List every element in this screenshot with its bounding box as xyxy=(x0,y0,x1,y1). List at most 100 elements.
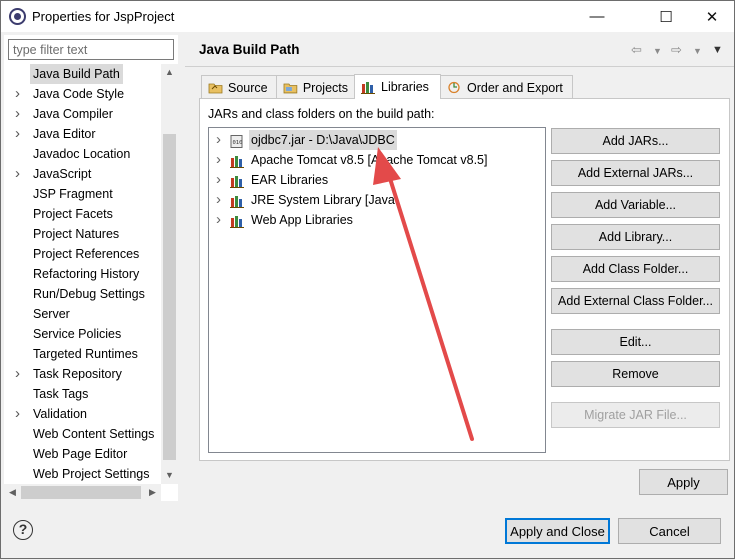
nav-item[interactable]: Service Policies xyxy=(4,324,160,344)
nav-item[interactable]: › Java Code Style xyxy=(4,84,160,104)
expand-chevron-icon[interactable]: › xyxy=(216,190,221,210)
tab-label: Projects xyxy=(302,80,348,95)
expand-chevron-icon[interactable]: › xyxy=(15,164,20,184)
forward-arrow-icon[interactable]: ⇨ xyxy=(671,42,682,58)
source-folder-icon xyxy=(208,83,223,94)
nav-item[interactable]: Task Tags xyxy=(4,384,160,404)
library-tree[interactable]: › 010 ojdbc7.jar - D:\Java\JDBC › Apache Tom… xyxy=(208,127,546,453)
maximize-button[interactable]: ☐ xyxy=(643,1,689,32)
expand-chevron-icon[interactable]: › xyxy=(15,364,20,384)
nav-item[interactable]: › Validation xyxy=(4,404,160,424)
back-arrow-icon[interactable]: ⇦ xyxy=(631,42,642,58)
nav-item[interactable]: › Java Compiler xyxy=(4,104,160,124)
nav-item[interactable]: Refactoring History xyxy=(4,264,160,284)
nav-item[interactable]: Web Content Settings xyxy=(4,424,160,444)
nav-item-label: Service Policies xyxy=(33,327,122,341)
expand-chevron-icon[interactable]: › xyxy=(15,84,20,104)
expand-chevron-icon[interactable]: › xyxy=(216,150,221,170)
scrollbar-thumb[interactable] xyxy=(163,134,176,460)
nav-item-label: Refactoring History xyxy=(33,267,140,281)
apply-button[interactable]: Apply xyxy=(639,469,728,495)
header-separator xyxy=(185,66,734,67)
library-entry-label: JRE System Library [Java xyxy=(251,193,395,207)
nav-item-label: JSP Fragment xyxy=(33,187,113,201)
expand-chevron-icon[interactable]: › xyxy=(216,170,221,190)
cancel-button[interactable]: Cancel xyxy=(618,518,721,544)
add-library-button[interactable]: Add Library... xyxy=(551,224,720,250)
nav-item-label: Targeted Runtimes xyxy=(33,347,138,361)
expand-chevron-icon[interactable]: › xyxy=(15,124,20,144)
nav-item[interactable]: › Java Editor xyxy=(4,124,160,144)
help-icon[interactable]: ? xyxy=(13,520,33,540)
library-entry-label: EAR Libraries xyxy=(251,173,329,187)
expand-chevron-icon[interactable]: › xyxy=(15,404,20,424)
apply-and-close-button[interactable]: Apply and Close xyxy=(505,518,610,544)
horizontal-scrollbar[interactable]: ◀ ▶ xyxy=(4,484,161,501)
library-entry-label: Apache Tomcat v8.5 [Apache Tomcat v8.5] xyxy=(251,153,488,167)
library-entry-label: Web App Libraries xyxy=(251,213,353,227)
nav-item-label: Task Repository xyxy=(33,367,122,381)
view-menu-icon[interactable]: ▼ xyxy=(712,44,723,56)
nav-item-label: Run/Debug Settings xyxy=(33,287,145,301)
nav-item[interactable]: › Task Repository xyxy=(4,364,160,384)
tab-order-and-export[interactable]: Order and Export xyxy=(440,75,573,99)
tab-libraries[interactable]: Libraries xyxy=(354,74,441,99)
nav-item[interactable]: Javadoc Location xyxy=(4,144,160,164)
nav-item[interactable]: JSP Fragment xyxy=(4,184,160,204)
add-variable-button[interactable]: Add Variable... xyxy=(551,192,720,218)
remove-button[interactable]: Remove xyxy=(551,361,720,387)
nav-item[interactable]: Run/Debug Settings xyxy=(4,284,160,304)
expand-chevron-icon[interactable]: › xyxy=(216,130,221,150)
minimize-button[interactable]: — xyxy=(574,1,620,32)
filter-input[interactable] xyxy=(8,39,174,60)
add-external-class-folder-button[interactable]: Add External Class Folder... xyxy=(551,288,720,314)
back-dropdown-icon[interactable]: ▼ xyxy=(653,46,662,56)
scroll-left-icon[interactable]: ◀ xyxy=(4,484,21,501)
nav-item[interactable]: Web Page Editor xyxy=(4,444,160,464)
scroll-down-icon[interactable]: ▼ xyxy=(161,467,178,484)
nav-item-label: Java Build Path xyxy=(30,64,123,84)
close-button[interactable]: ✕ xyxy=(689,1,735,32)
order-export-icon xyxy=(448,81,460,94)
nav-item[interactable]: Project Natures xyxy=(4,224,160,244)
nav-item-label: Project Facets xyxy=(33,207,113,221)
tab-projects[interactable]: Projects xyxy=(276,75,355,99)
nav-item[interactable]: Web Project Settings xyxy=(4,464,160,484)
add-class-folder-button[interactable]: Add Class Folder... xyxy=(551,256,720,282)
forward-dropdown-icon[interactable]: ▼ xyxy=(693,46,702,56)
scroll-right-icon[interactable]: ▶ xyxy=(144,484,161,501)
nav-item-label: Web Content Settings xyxy=(33,427,155,441)
projects-folder-icon xyxy=(283,83,298,94)
nav-item-label: Web Page Editor xyxy=(33,447,128,461)
library-entry-label: ojdbc7.jar - D:\Java\JDBC xyxy=(249,130,397,150)
hscrollbar-thumb[interactable] xyxy=(21,486,141,499)
nav-item[interactable]: Java Build Path xyxy=(4,64,160,84)
nav-item-label: Server xyxy=(33,307,70,321)
nav-item-label: JavaScript xyxy=(33,167,92,181)
nav-item[interactable]: Project Facets xyxy=(4,204,160,224)
nav-item[interactable]: › JavaScript xyxy=(4,164,160,184)
nav-item[interactable]: Targeted Runtimes xyxy=(4,344,160,364)
expand-chevron-icon[interactable]: › xyxy=(216,210,221,230)
nav-item[interactable]: Project References xyxy=(4,244,160,264)
add-external-jars-button[interactable]: Add External JARs... xyxy=(551,160,720,186)
nav-item-label: Project Natures xyxy=(33,227,120,241)
window-title: Properties for JspProject xyxy=(32,9,175,24)
tab-label: Libraries xyxy=(381,80,429,94)
properties-window: Properties for JspProject — ☐ ✕ Java Bui… xyxy=(0,0,735,559)
title-bar: Properties for JspProject — ☐ ✕ xyxy=(1,1,734,32)
expand-chevron-icon[interactable]: › xyxy=(15,104,20,124)
scroll-up-icon[interactable]: ▲ xyxy=(161,64,178,81)
migrate-jar-file-button[interactable]: Migrate JAR File... xyxy=(551,402,720,428)
tab-source[interactable]: Source xyxy=(201,75,277,99)
build-path-label: JARs and class folders on the build path… xyxy=(208,107,435,121)
add-jars-button[interactable]: Add JARs... xyxy=(551,128,720,154)
tab-label: Source xyxy=(228,80,268,95)
vertical-scrollbar[interactable]: ▲ ▼ xyxy=(161,64,178,484)
tab-label: Order and Export xyxy=(467,80,563,95)
library-icon xyxy=(229,194,245,208)
nav-item-label: Javadoc Location xyxy=(33,147,131,161)
nav-item[interactable]: Server xyxy=(4,304,160,324)
edit-button[interactable]: Edit... xyxy=(551,329,720,355)
nav-item-label: Web Project Settings xyxy=(33,467,150,481)
